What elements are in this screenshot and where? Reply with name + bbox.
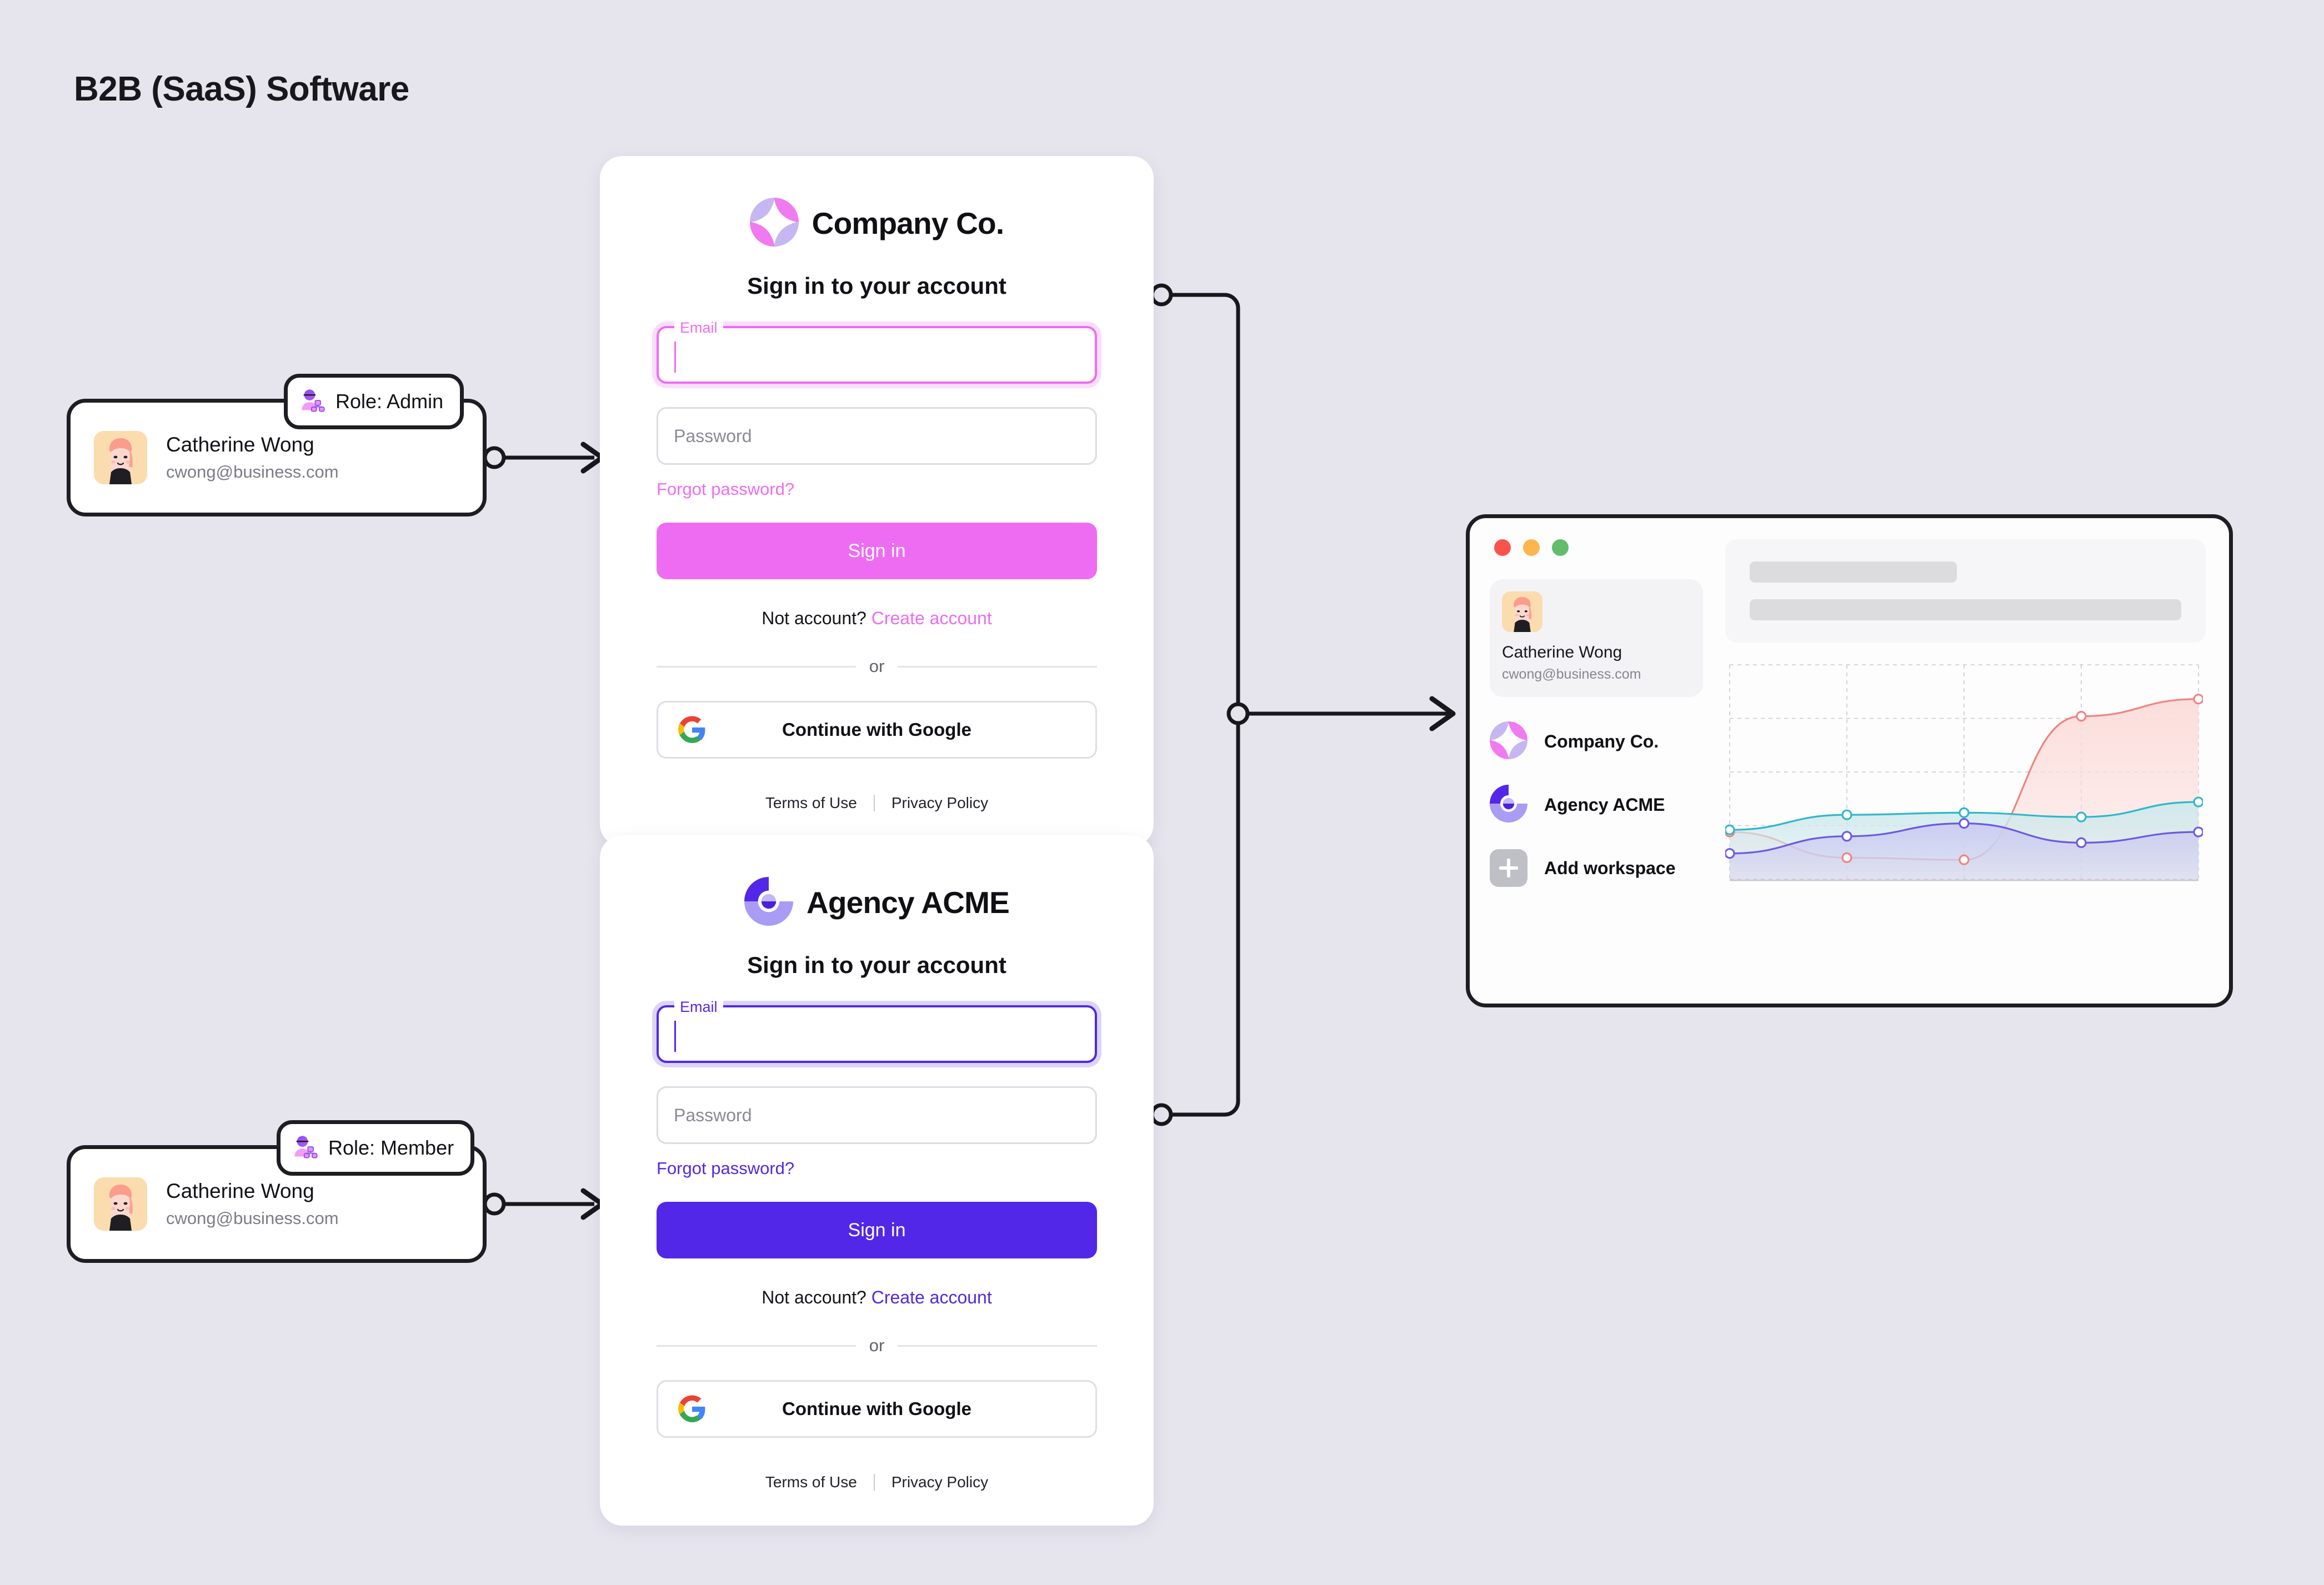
company-co-star-logo — [749, 197, 799, 249]
sidebar-item-agency-acme[interactable]: Agency ACME — [1490, 784, 1703, 825]
or-divider: or — [657, 656, 1098, 676]
sidebar-item-company-co[interactable]: Company Co. — [1490, 721, 1703, 762]
role-badge-label: Role: Member — [328, 1136, 454, 1159]
persona-name: Catherine Wong — [166, 1180, 314, 1202]
privacy-policy-link[interactable]: Privacy Policy — [891, 1473, 988, 1491]
email-label: Email — [674, 996, 723, 1017]
create-account-link[interactable]: Create account — [871, 608, 992, 628]
persona-name: Catherine Wong — [166, 433, 314, 456]
sidebar-item-add-workspace[interactable]: Add workspace — [1490, 849, 1703, 887]
avatar — [94, 431, 147, 484]
divider-line-right — [898, 1345, 1098, 1347]
brand-name: Agency ACME — [806, 885, 1010, 920]
password-placeholder: Password — [674, 425, 752, 446]
terms-of-use-link[interactable]: Terms of Use — [765, 1473, 857, 1491]
legal-separator — [873, 1474, 875, 1491]
signin-button[interactable]: Sign in — [657, 523, 1097, 579]
terms-of-use-link[interactable]: Terms of Use — [765, 794, 857, 812]
password-input[interactable]: Password — [657, 407, 1097, 465]
plus-icon — [1490, 849, 1527, 887]
app-sidebar: Catherine Wong cwong@business.com Compan… — [1470, 518, 1720, 1004]
avatar — [1502, 591, 1542, 632]
area-chart — [1724, 664, 2204, 881]
brand-name: Company Co. — [812, 206, 1004, 240]
legal-separator — [873, 795, 875, 811]
persona-details: Catherine Wong cwong@business.com — [166, 1180, 339, 1228]
divider-line-left — [657, 1345, 856, 1347]
text-caret — [674, 1021, 676, 1052]
google-button-label: Continue with Google — [782, 1398, 971, 1419]
card-heading: Sign in to your account — [747, 273, 1006, 299]
skeleton-bar — [1750, 599, 2181, 620]
google-g-icon — [678, 716, 706, 744]
app-window: Catherine Wong cwong@business.com Compan… — [1466, 514, 2233, 1007]
analytics-chart — [1724, 661, 2206, 897]
card-heading: Sign in to your account — [747, 952, 1006, 978]
create-account-row: Not account? Create account — [657, 1287, 1097, 1308]
forgot-password-link[interactable]: Forgot password? — [657, 1158, 1097, 1178]
user-hierarchy-icon — [300, 387, 327, 417]
create-account-link[interactable]: Create account — [871, 1287, 992, 1307]
google-button-label: Continue with Google — [782, 719, 971, 740]
persona-email: cwong@business.com — [166, 462, 339, 481]
or-label: or — [869, 1336, 885, 1355]
window-controls — [1490, 539, 1703, 556]
google-g-icon — [678, 1395, 706, 1423]
login-card-agency-acme: Agency ACME Sign in to your account Emai… — [600, 835, 1154, 1526]
no-account-text: Not account? — [762, 608, 867, 628]
role-badge-label: Role: Admin — [335, 390, 444, 413]
canvas: B2B (SaaS) Software Catherine Wong cwong… — [0, 0, 2324, 1585]
role-badge-admin[interactable]: Role: Admin — [284, 374, 464, 429]
no-account-text: Not account? — [762, 1287, 867, 1307]
sidebar-user-email: cwong@business.com — [1502, 666, 1641, 682]
maximize-window-button[interactable] — [1552, 539, 1569, 556]
persona-details: Catherine Wong cwong@business.com — [166, 433, 339, 482]
divider-line-right — [898, 665, 1098, 668]
sidebar-item-label: Add workspace — [1544, 857, 1676, 878]
close-window-button[interactable] — [1494, 539, 1511, 556]
login-card-company-co: Company Co. Sign in to your account Emai… — [600, 156, 1154, 846]
legal-links: Terms of Use Privacy Policy — [657, 1473, 1097, 1526]
skeleton-header-panel — [1725, 539, 2206, 643]
text-caret — [674, 342, 676, 373]
sidebar-item-label: Agency ACME — [1544, 794, 1665, 815]
sidebar-user-card[interactable]: Catherine Wong cwong@business.com — [1490, 579, 1703, 697]
email-input[interactable]: Email — [657, 996, 1097, 1063]
email-input[interactable]: Email — [657, 317, 1097, 384]
skeleton-bar — [1750, 561, 1957, 583]
persona-email: cwong@business.com — [166, 1208, 339, 1228]
sidebar-item-label: Company Co. — [1544, 731, 1659, 751]
password-placeholder: Password — [674, 1105, 752, 1125]
password-input[interactable]: Password — [657, 1086, 1097, 1144]
or-label: or — [869, 656, 885, 676]
agency-acme-ring-logo — [744, 876, 793, 929]
signin-button[interactable]: Sign in — [657, 1202, 1097, 1258]
privacy-policy-link[interactable]: Privacy Policy — [891, 794, 988, 812]
agency-acme-ring-logo — [1490, 784, 1527, 825]
user-hierarchy-icon — [293, 1133, 319, 1163]
email-label: Email — [674, 317, 723, 338]
forgot-password-link[interactable]: Forgot password? — [657, 479, 1097, 499]
company-co-star-logo — [1490, 721, 1527, 762]
minimize-window-button[interactable] — [1523, 539, 1540, 556]
brand-row: Agency ACME — [657, 866, 1097, 939]
divider-line-left — [657, 665, 856, 668]
sidebar-user-name: Catherine Wong — [1502, 643, 1622, 661]
role-badge-member[interactable]: Role: Member — [277, 1120, 475, 1176]
continue-with-google-button[interactable]: Continue with Google — [657, 1380, 1097, 1438]
brand-row: Company Co. — [657, 187, 1097, 259]
or-divider: or — [657, 1336, 1098, 1356]
continue-with-google-button[interactable]: Continue with Google — [657, 701, 1097, 759]
app-main-content — [1720, 518, 2229, 1004]
create-account-row: Not account? Create account — [657, 608, 1097, 629]
avatar — [94, 1177, 147, 1231]
